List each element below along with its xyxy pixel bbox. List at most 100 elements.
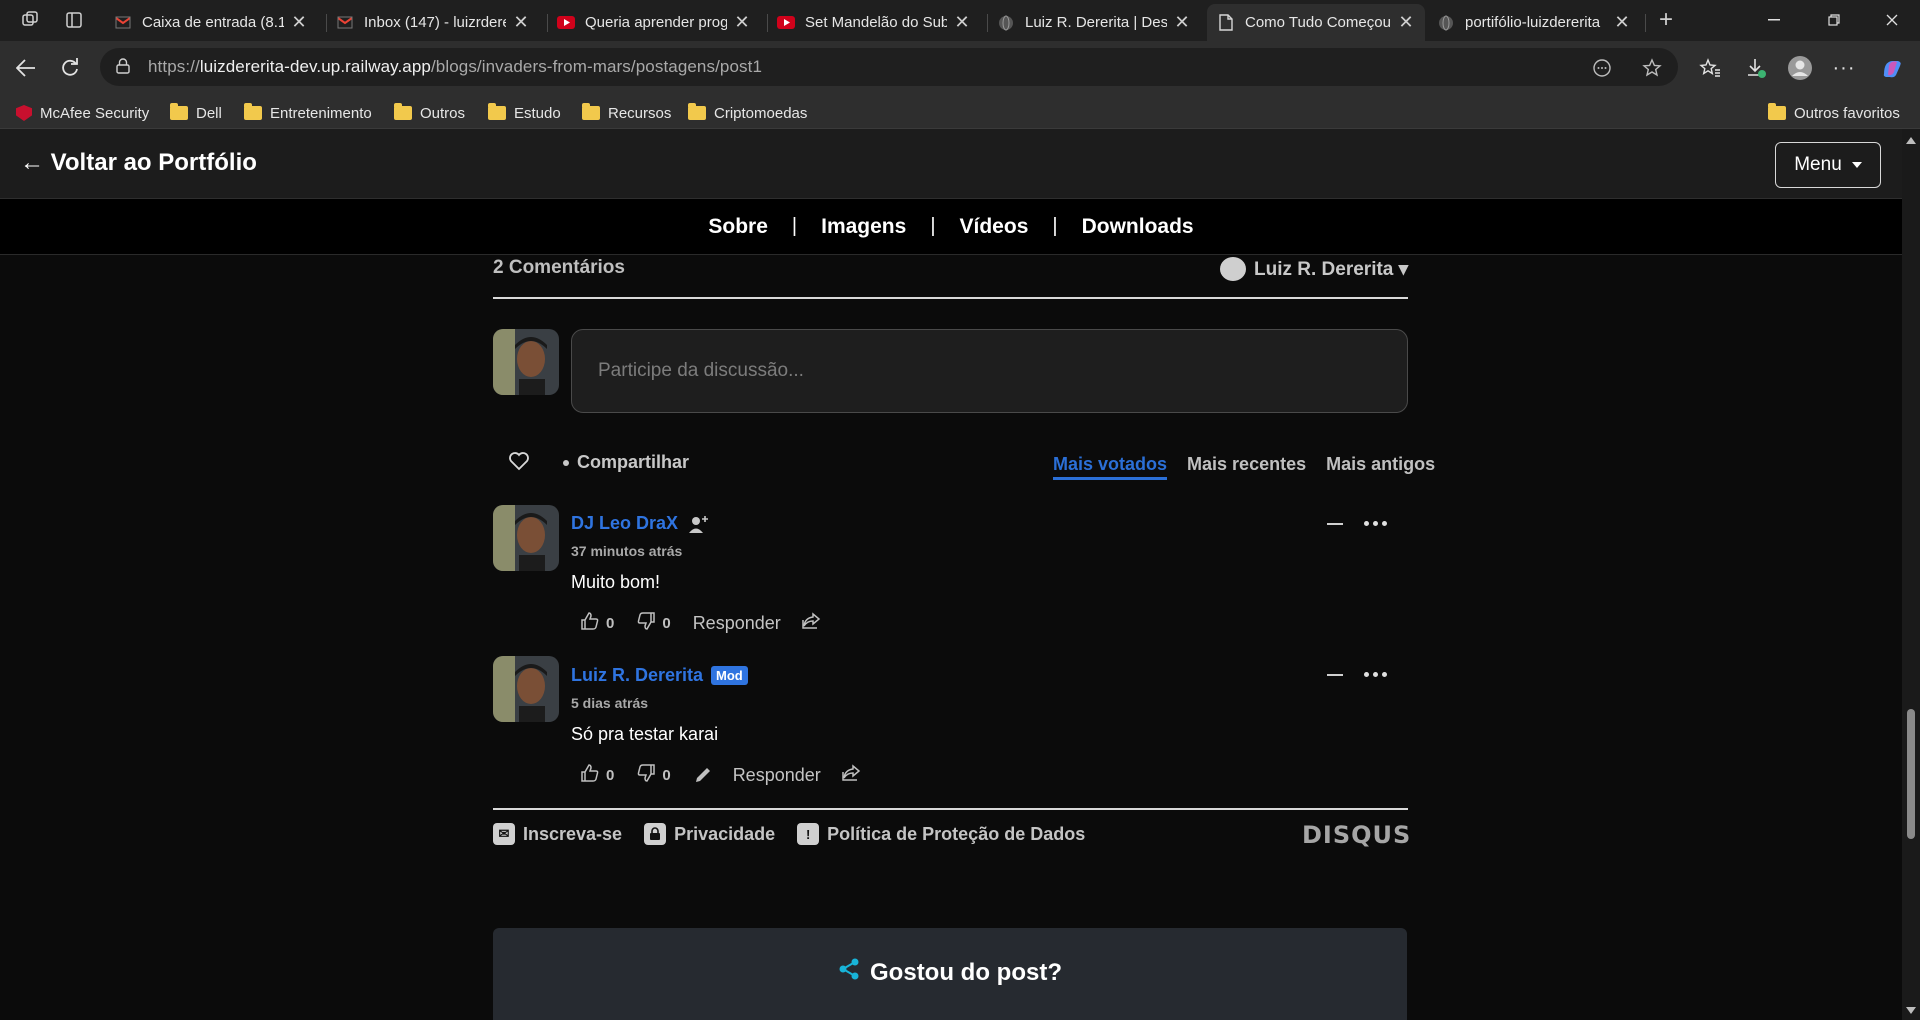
envelope-icon: ✉ <box>493 823 515 845</box>
tab-portifolio[interactable]: portifólio-luizdererita ✕ <box>1427 4 1641 41</box>
youtube-icon <box>557 14 575 32</box>
url-text[interactable]: https://luizdererita-dev.up.railway.app/… <box>148 57 762 77</box>
tab-youtube-mandelao[interactable]: Set Mandelão do Sub ✕ <box>767 4 981 41</box>
collapse-icon[interactable] <box>1327 523 1343 525</box>
new-tab-icon[interactable]: + <box>1648 4 1684 36</box>
menu-label: Menu <box>1794 154 1842 175</box>
bullet-icon <box>563 459 569 466</box>
bookmark-outros-favoritos[interactable]: Outros favoritos <box>1768 102 1900 124</box>
subscribe-link[interactable]: ✉ Inscreva-se <box>493 823 622 845</box>
logged-user-name: Luiz R. Dererita ▾ <box>1254 258 1409 280</box>
workspaces-icon[interactable] <box>12 4 48 36</box>
close-icon[interactable]: ✕ <box>512 12 530 33</box>
folder-icon <box>170 103 188 120</box>
nav-item-imagens[interactable]: Imagens <box>797 215 930 239</box>
thumbs-down-icon[interactable] <box>636 763 656 787</box>
bookmark-recursos[interactable]: Recursos <box>582 102 671 124</box>
share-button[interactable]: Compartilhar <box>563 452 689 473</box>
nav-item-downloads[interactable]: Downloads <box>1058 215 1218 239</box>
back-icon[interactable] <box>8 50 44 86</box>
bookmark-estudo[interactable]: Estudo <box>488 102 561 124</box>
scroll-thumb[interactable] <box>1907 709 1915 839</box>
back-to-portfolio-link[interactable]: ← Voltar ao Portfólio <box>20 149 257 177</box>
site-info-icon[interactable] <box>114 57 136 77</box>
tab-luiz-dererita[interactable]: Luiz R. Dererita | Dese ✕ <box>987 4 1201 41</box>
nav-item-sobre[interactable]: Sobre <box>684 215 792 239</box>
bookmark-entretenimento[interactable]: Entretenimento <box>244 102 372 124</box>
logged-user-menu[interactable]: Luiz R. Dererita ▾ <box>1220 257 1408 281</box>
favorites-icon[interactable] <box>1692 50 1728 86</box>
reply-button[interactable]: Responder <box>693 613 781 634</box>
data-policy-link[interactable]: ! Política de Proteção de Dados <box>797 823 1085 845</box>
scroll-down-icon[interactable] <box>1906 1007 1916 1014</box>
lock-icon <box>644 823 667 845</box>
tab-gmail-inbox[interactable]: Inbox (147) - luizrdere ✕ <box>326 4 540 41</box>
reply-button[interactable]: Responder <box>733 765 821 786</box>
tab-divider <box>1645 14 1646 32</box>
close-icon[interactable]: ✕ <box>953 12 971 33</box>
collapse-icon[interactable] <box>1327 674 1343 676</box>
close-icon[interactable]: ✕ <box>290 12 308 33</box>
bookmark-outros[interactable]: Outros <box>394 102 465 124</box>
bookmark-dell[interactable]: Dell <box>170 102 222 124</box>
caret-down-icon <box>1851 162 1862 168</box>
copilot-icon[interactable] <box>1874 50 1910 86</box>
tab-gmail-caixa[interactable]: Caixa de entrada (8.1 ✕ <box>104 4 318 41</box>
thumbs-up-icon[interactable] <box>580 763 600 787</box>
sort-newest-tab[interactable]: Mais recentes <box>1187 454 1306 480</box>
tab-como-tudo-comecou[interactable]: Como Tudo Começou ✕ <box>1207 4 1425 41</box>
disqus-logo[interactable]: DISQUS <box>1302 821 1411 849</box>
comment-options-icon[interactable] <box>1364 672 1387 677</box>
reading-mode-icon[interactable] <box>1590 56 1614 80</box>
avatar[interactable] <box>493 505 559 571</box>
folder-icon <box>488 103 506 120</box>
close-icon[interactable]: ✕ <box>1613 12 1631 33</box>
tab-youtube-aprender[interactable]: Queria aprender prog ✕ <box>547 4 761 41</box>
bookmark-criptomoedas[interactable]: Criptomoedas <box>688 102 807 124</box>
minimize-icon[interactable] <box>1744 0 1804 40</box>
comment-input[interactable]: Participe da discussão... <box>571 329 1408 413</box>
thumbs-up-icon[interactable] <box>580 611 600 635</box>
restore-icon[interactable] <box>1804 0 1864 40</box>
refresh-icon[interactable] <box>52 50 88 86</box>
document-icon <box>1217 14 1235 32</box>
address-bar[interactable]: https://luizdererita-dev.up.railway.app/… <box>100 48 1678 86</box>
nav-item-videos[interactable]: Vídeos <box>936 215 1053 239</box>
comment-options-icon[interactable] <box>1364 521 1387 526</box>
folder-icon <box>582 103 600 120</box>
comment-actions: 0 0 Responder <box>580 611 821 635</box>
heart-icon[interactable] <box>508 451 532 475</box>
site-header: ← Voltar ao Portfólio Menu <box>0 129 1902 199</box>
menu-button[interactable]: Menu <box>1775 142 1881 188</box>
comment-time[interactable]: 37 minutos atrás <box>571 543 682 559</box>
privacy-link[interactable]: Privacidade <box>644 823 775 845</box>
favorite-star-icon[interactable] <box>1640 56 1664 80</box>
comment-time[interactable]: 5 dias atrás <box>571 695 648 711</box>
close-icon[interactable]: ✕ <box>1397 12 1415 33</box>
liked-post-card: Gostou do post? <box>493 928 1407 1020</box>
more-options-icon[interactable]: ··· <box>1826 50 1862 86</box>
profile-avatar-icon[interactable] <box>1782 50 1818 86</box>
edit-pencil-icon[interactable] <box>693 765 713 785</box>
thumbs-down-icon[interactable] <box>636 611 656 635</box>
scroll-up-icon[interactable] <box>1906 137 1916 144</box>
comment-author[interactable]: Luiz R. Dererita <box>571 665 703 686</box>
avatar <box>493 329 559 395</box>
folder-icon <box>1768 103 1786 120</box>
close-window-icon[interactable] <box>1862 0 1920 40</box>
close-icon[interactable]: ✕ <box>1173 12 1191 33</box>
avatar[interactable] <box>493 656 559 722</box>
bookmark-mcafee[interactable]: McAfee Security <box>16 102 149 124</box>
follow-user-icon[interactable] <box>688 514 710 534</box>
sort-top-tab[interactable]: Mais votados <box>1053 454 1168 480</box>
sort-oldest-tab[interactable]: Mais antigos <box>1326 454 1435 480</box>
folder-icon <box>394 103 412 120</box>
comment-author[interactable]: DJ Leo DraX <box>571 513 678 534</box>
share-icon[interactable] <box>801 612 821 634</box>
share-icon[interactable] <box>841 764 861 786</box>
page-scrollbar[interactable] <box>1902 129 1920 1020</box>
tab-actions-icon[interactable] <box>56 4 92 36</box>
comment-body: Só pra testar karai <box>571 724 719 744</box>
close-icon[interactable]: ✕ <box>733 12 751 33</box>
downloads-icon[interactable] <box>1738 50 1774 86</box>
